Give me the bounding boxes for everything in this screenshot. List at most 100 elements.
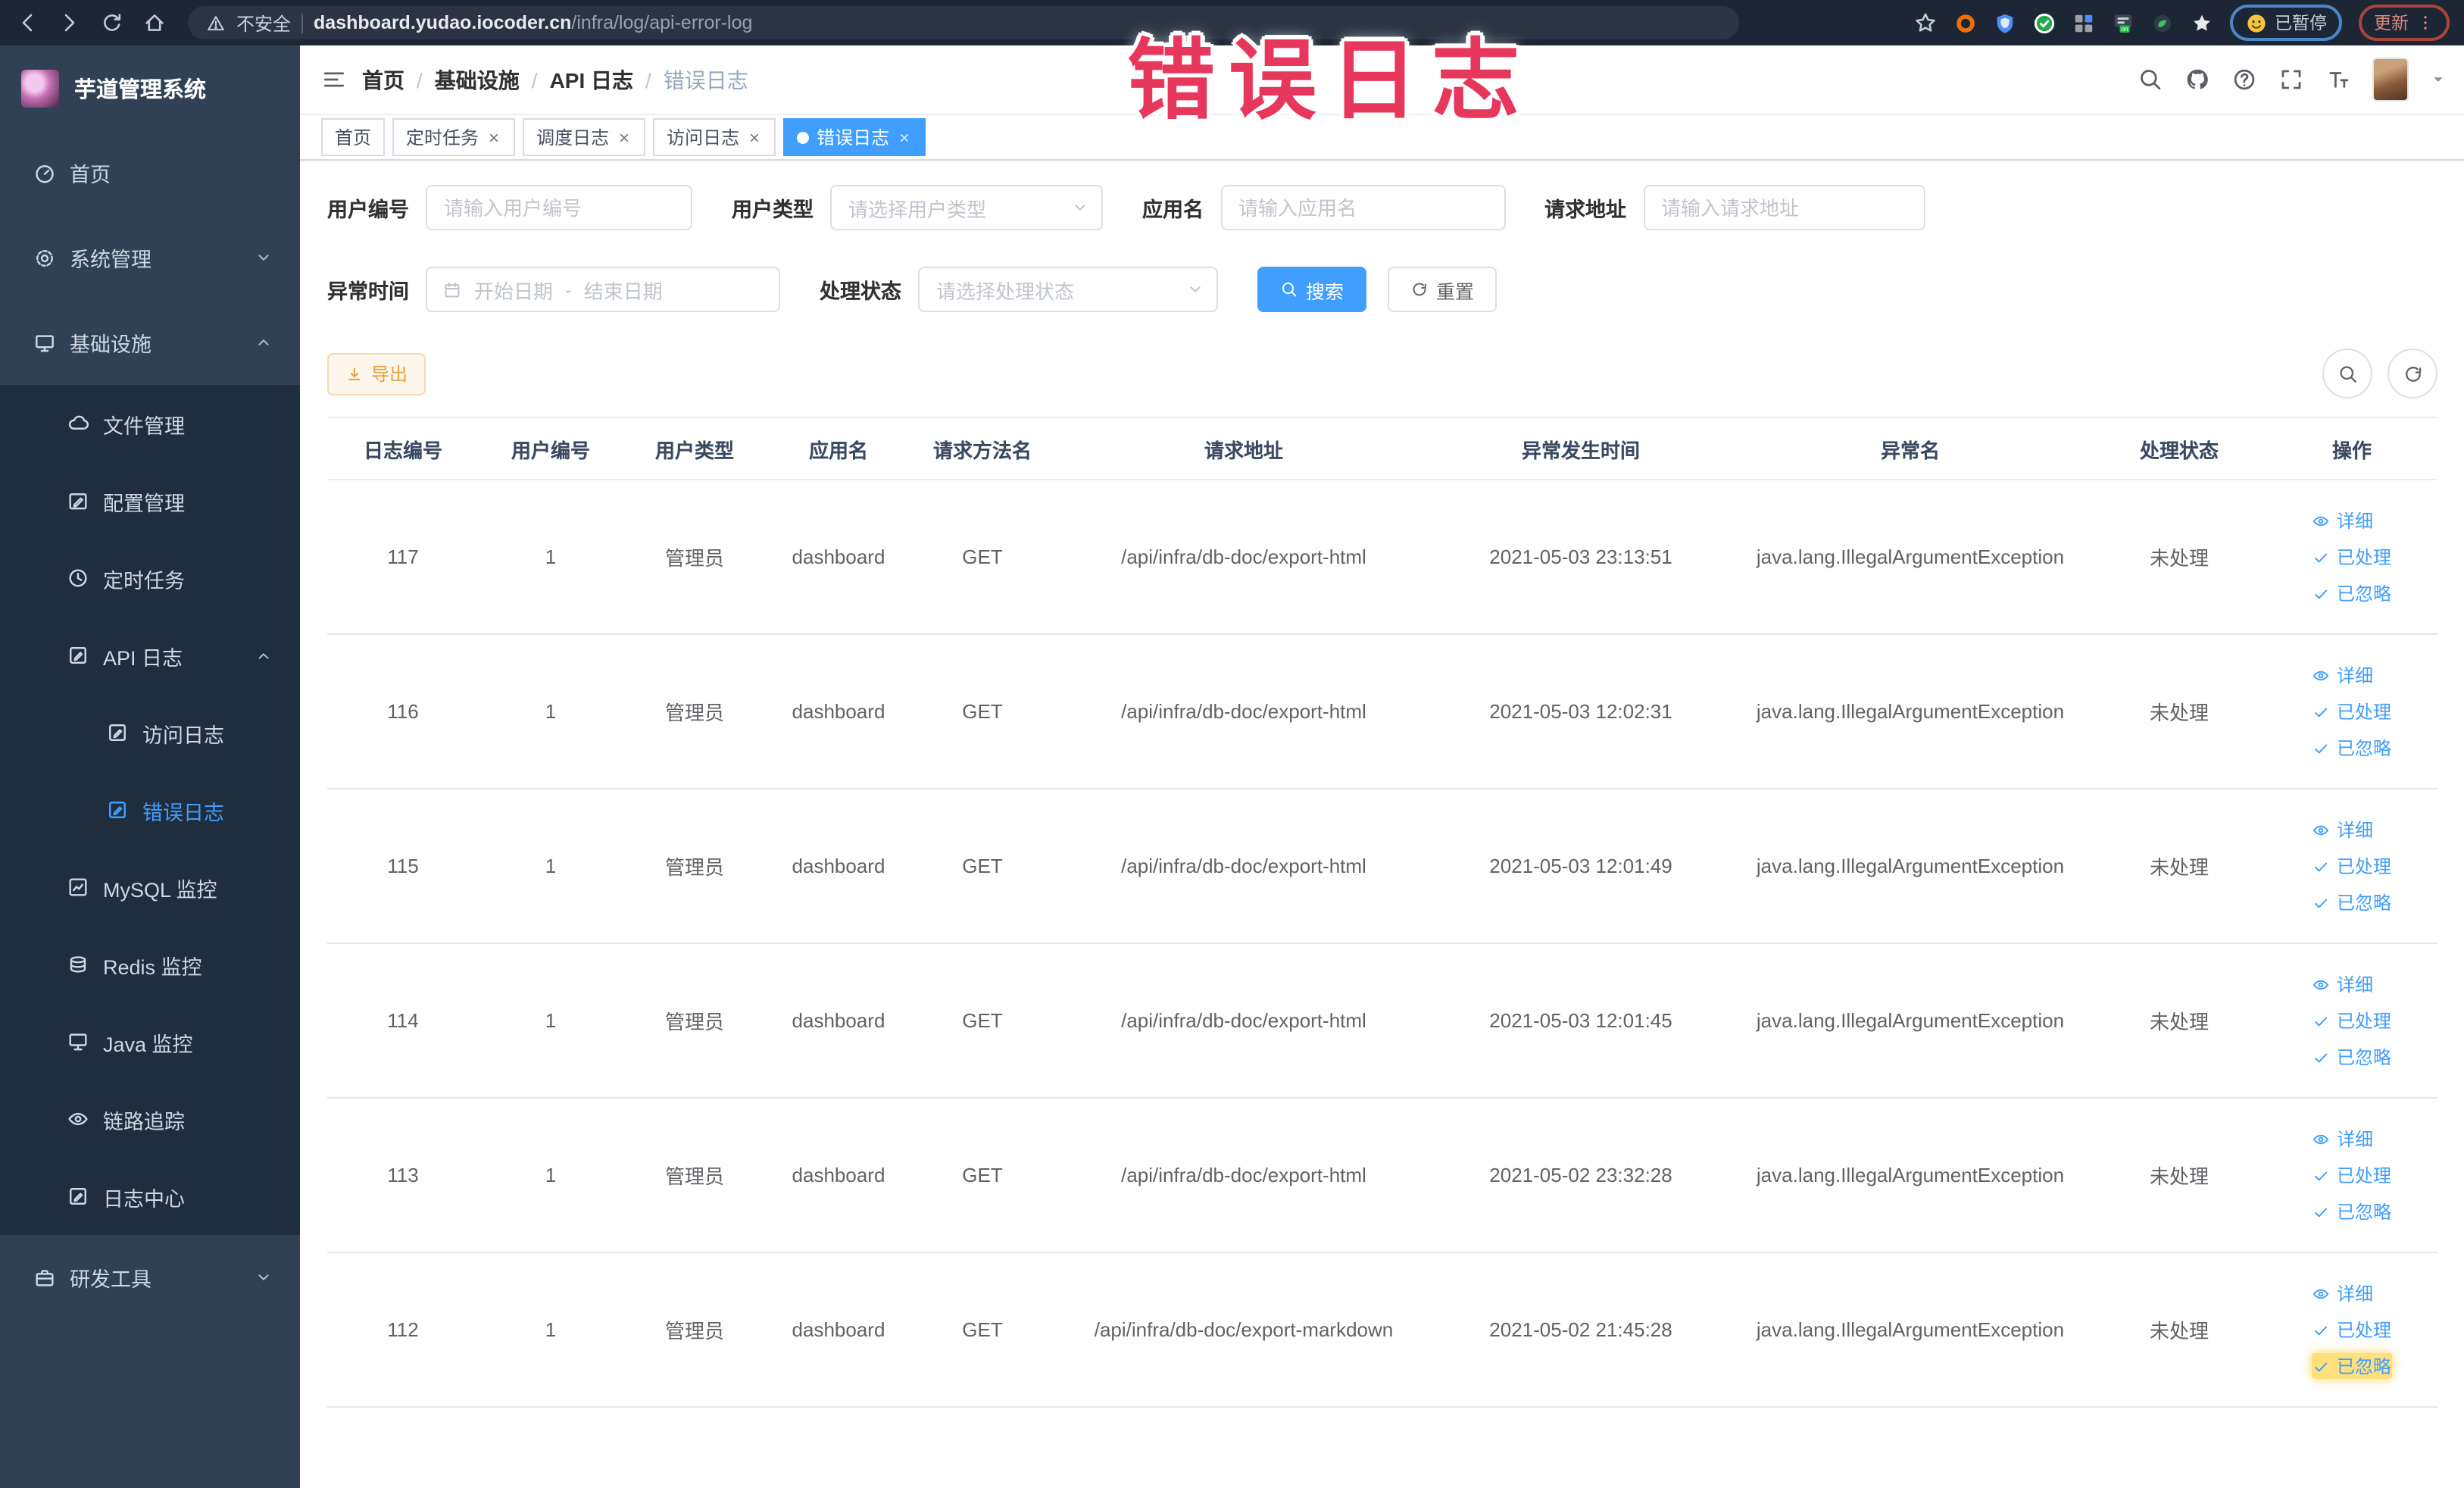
- extension-star-icon[interactable]: [2190, 11, 2213, 34]
- app-name-input[interactable]: [1220, 185, 1505, 230]
- tags-view-tab[interactable]: 首页: [321, 118, 386, 156]
- process-status-select[interactable]: 请选择处理状态: [918, 267, 1218, 312]
- reset-button[interactable]: 重置: [1388, 267, 1497, 312]
- breadcrumb-item[interactable]: API 日志: [550, 64, 633, 95]
- tab-label: 错误日志: [817, 127, 890, 148]
- tags-view-tab-active[interactable]: 错误日志: [783, 118, 926, 156]
- action-detail[interactable]: 详细: [2313, 817, 2373, 842]
- sidebar-item[interactable]: 基础设施: [0, 300, 300, 385]
- layers-icon: [67, 953, 89, 976]
- update-badge[interactable]: 更新: [2359, 5, 2450, 41]
- action-processed[interactable]: 已处理: [2313, 699, 2391, 724]
- sidebar-item-label: 访问日志: [142, 724, 224, 746]
- font-size-icon[interactable]: [2325, 67, 2351, 92]
- header-search-icon[interactable]: [2138, 67, 2163, 92]
- action-label: 已处理: [2336, 1165, 2391, 1186]
- select-placeholder: 请选择处理状态: [936, 280, 1075, 302]
- action-ignored[interactable]: 已忽略: [2313, 1044, 2391, 1070]
- action-processed[interactable]: 已处理: [2313, 544, 2391, 570]
- tags-view-tab[interactable]: 调度日志: [523, 118, 646, 156]
- action-ignored[interactable]: 已忽略: [2313, 1199, 2391, 1224]
- sidebar-item[interactable]: 研发工具: [0, 1235, 300, 1320]
- check-icon: [2313, 702, 2331, 721]
- github-icon[interactable]: [2184, 67, 2210, 92]
- action-detail[interactable]: 详细: [2313, 662, 2373, 688]
- extension-onoff-icon[interactable]: on: [2111, 11, 2134, 34]
- bookmark-star-icon[interactable]: [1913, 11, 1937, 35]
- sidebar-item[interactable]: 首页: [0, 130, 300, 215]
- sidebar-item[interactable]: 文件管理: [0, 385, 300, 462]
- sidebar-item-label: 日志中心: [103, 1187, 185, 1210]
- close-icon[interactable]: [747, 130, 762, 145]
- action-detail[interactable]: 详细: [2313, 1280, 2373, 1306]
- action-ignored[interactable]: 已忽略: [2313, 580, 2391, 606]
- export-button[interactable]: 导出: [327, 352, 426, 395]
- close-icon[interactable]: [486, 130, 501, 145]
- action-processed[interactable]: 已处理: [2313, 1317, 2391, 1343]
- app-header: 首页 / 基础设施 / API 日志 / 错误日志: [300, 45, 2464, 115]
- sidebar-item[interactable]: 日志中心: [0, 1158, 300, 1235]
- breadcrumb-item[interactable]: 首页: [362, 64, 404, 95]
- browser-reload-icon[interactable]: [100, 11, 124, 35]
- action-detail[interactable]: 详细: [2313, 508, 2373, 533]
- search-button[interactable]: 搜索: [1257, 267, 1367, 312]
- cell-app: dashboard: [767, 789, 910, 944]
- action-ignored[interactable]: 已忽略: [2313, 889, 2391, 915]
- sidebar-item[interactable]: Redis 监控: [0, 926, 300, 1003]
- request-url-input[interactable]: [1643, 185, 1925, 230]
- sidebar-item[interactable]: 链路追踪: [0, 1080, 300, 1158]
- action-detail[interactable]: 详细: [2313, 971, 2373, 997]
- help-icon[interactable]: [2231, 67, 2257, 92]
- action-processed[interactable]: 已处理: [2313, 853, 2391, 879]
- user-id-input[interactable]: [426, 185, 692, 230]
- display-icon: [67, 1030, 89, 1053]
- doc-icon: [67, 1185, 89, 1208]
- table-row: 115 1 管理员 dashboard GET/api/infra/db-doc/exp…: [327, 789, 2437, 944]
- extension-orange-icon[interactable]: [1953, 11, 1976, 34]
- tags-view-tab[interactable]: 定时任务: [392, 118, 516, 156]
- tags-view-tab[interactable]: 访问日志: [653, 118, 776, 156]
- browser-forward-icon[interactable]: [58, 11, 82, 35]
- user-avatar[interactable]: [2372, 58, 2409, 102]
- sidebar-item[interactable]: 配置管理: [0, 462, 300, 539]
- paused-badge[interactable]: 已暂停: [2229, 5, 2342, 41]
- action-processed[interactable]: 已处理: [2313, 1008, 2391, 1033]
- breadcrumb-item: 错误日志: [663, 67, 748, 92]
- sidebar-item[interactable]: API 日志: [0, 617, 300, 694]
- sidebar-item[interactable]: 定时任务: [0, 539, 300, 617]
- collapse-sidebar-icon[interactable]: [321, 67, 347, 92]
- date-range-picker[interactable]: 开始日期 - 结束日期: [426, 267, 780, 312]
- app-logo[interactable]: 芋道管理系统: [0, 55, 300, 121]
- browser-home-icon[interactable]: [142, 11, 167, 35]
- address-bar[interactable]: 不安全 dashboard.yudao.iocoder.cn/infra/log…: [188, 6, 1739, 39]
- url-host: dashboard.yudao.iocoder.cn: [314, 12, 572, 33]
- extension-grid-icon[interactable]: [2072, 11, 2094, 34]
- sidebar-item[interactable]: 访问日志: [0, 694, 300, 771]
- cell-method: GET: [910, 1098, 1054, 1253]
- sidebar-item-active[interactable]: 错误日志: [0, 771, 300, 849]
- fullscreen-icon[interactable]: [2278, 67, 2304, 92]
- doc-icon: [106, 721, 129, 744]
- refresh-table-button[interactable]: [2387, 349, 2437, 399]
- omnibox-divider: [301, 13, 304, 33]
- browser-back-icon[interactable]: [15, 11, 39, 35]
- action-detail[interactable]: 详细: [2313, 1126, 2373, 1152]
- close-icon[interactable]: [897, 130, 912, 145]
- toggle-search-button[interactable]: [2322, 349, 2372, 399]
- action-ignored[interactable]: 已忽略: [2312, 1353, 2391, 1379]
- user-type-select[interactable]: 请选择用户类型: [830, 185, 1103, 230]
- extension-leaf-icon[interactable]: [2150, 11, 2173, 34]
- user-menu-caret-icon[interactable]: [2430, 71, 2447, 88]
- active-tab-dot: [797, 131, 810, 143]
- extension-shield-icon[interactable]: [1993, 11, 2016, 34]
- action-processed[interactable]: 已处理: [2313, 1162, 2391, 1188]
- cell-url: /api/infra/db-doc/export-html: [1054, 1098, 1433, 1253]
- sidebar-item[interactable]: Java 监控: [0, 1003, 300, 1080]
- extension-check-icon[interactable]: [2032, 11, 2055, 34]
- close-icon[interactable]: [617, 130, 632, 145]
- action-ignored[interactable]: 已忽略: [2313, 735, 2391, 761]
- breadcrumb-item[interactable]: 基础设施: [435, 64, 520, 95]
- check-icon: [2313, 548, 2331, 566]
- sidebar-item[interactable]: 系统管理: [0, 215, 300, 300]
- sidebar-item[interactable]: MySQL 监控: [0, 849, 300, 926]
